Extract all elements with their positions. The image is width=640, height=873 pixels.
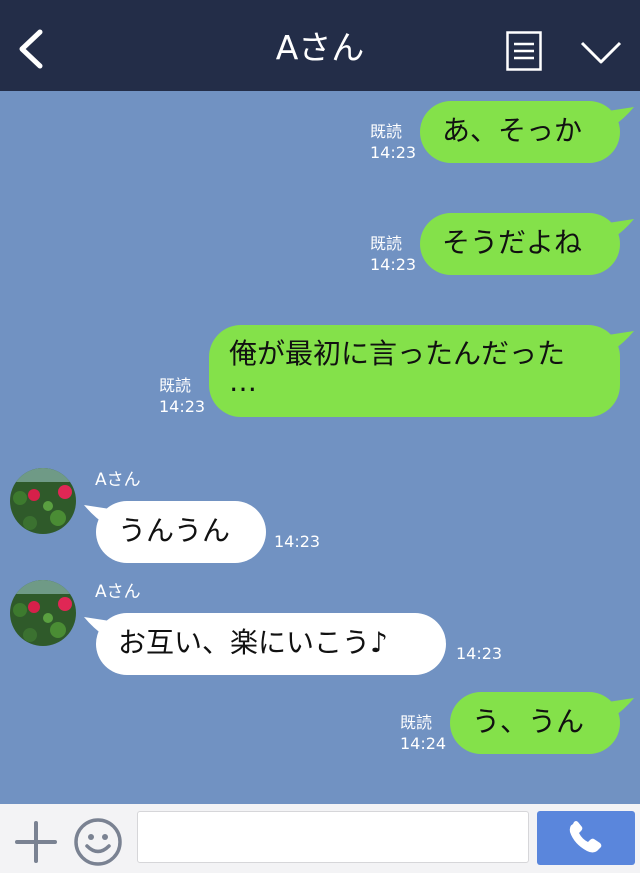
message-time: 14:24 (400, 734, 447, 753)
bubble-tail (608, 219, 634, 239)
bubble-tail (608, 331, 634, 351)
message-bubble[interactable]: お互い、楽にいこう♪ (96, 613, 446, 675)
flower-photo-icon (10, 580, 76, 646)
message-bubble[interactable]: 俺が最初に言ったんだった … (209, 325, 620, 417)
message-time: 14:23 (370, 255, 417, 274)
avatar[interactable] (10, 468, 76, 534)
sender-name: Aさん (95, 470, 141, 490)
message-meta: 既読 14:24 (400, 712, 446, 754)
flower-photo-icon (10, 468, 76, 534)
message-text: そうだよね (442, 226, 583, 259)
message-time: 14:23 (370, 143, 417, 162)
message-text: うんうん (118, 514, 231, 547)
bubble-tail (608, 698, 634, 718)
read-receipt: 既読 (159, 376, 192, 395)
emoji-icon[interactable] (73, 817, 123, 867)
message-bubble[interactable]: う、うん (450, 692, 620, 754)
phone-icon (569, 821, 602, 853)
read-receipt: 既読 (370, 122, 403, 141)
message-text: う、うん (472, 705, 585, 738)
bubble-tail (608, 107, 634, 127)
chevron-down-icon[interactable] (580, 40, 622, 66)
message-bubble[interactable]: そうだよね (420, 213, 620, 275)
message-bubble[interactable]: うんうん (96, 501, 266, 563)
message-text-continued: … (229, 365, 257, 398)
message-input[interactable] (137, 811, 529, 863)
message-meta: 既読 14:23 (370, 121, 416, 163)
message-list[interactable]: 既読 14:23 あ、そっか 既読 14:23 そうだよね 既読 14:23 俺… (0, 91, 640, 804)
message-meta: 既読 14:23 (159, 375, 205, 417)
message-time: 14:23 (159, 397, 206, 416)
sender-name: Aさん (95, 582, 141, 602)
message-time: 14:23 (456, 644, 503, 663)
message-text: あ、そっか (442, 114, 583, 147)
message-bubble[interactable]: あ、そっか (420, 101, 620, 163)
read-receipt: 既読 (400, 713, 433, 732)
message-text: お互い、楽にいこう♪ (118, 626, 388, 659)
message-time: 14:23 (274, 532, 321, 551)
call-button[interactable] (537, 811, 635, 865)
read-receipt: 既読 (370, 234, 403, 253)
note-menu-icon[interactable] (506, 31, 542, 71)
plus-icon[interactable] (14, 820, 58, 864)
avatar[interactable] (10, 580, 76, 646)
message-text: 俺が最初に言ったんだった (229, 337, 566, 370)
message-meta: 既読 14:23 (370, 233, 416, 275)
chat-header: Aさん (0, 0, 640, 91)
message-composer (0, 804, 640, 873)
chat-title: Aさん (275, 28, 365, 67)
